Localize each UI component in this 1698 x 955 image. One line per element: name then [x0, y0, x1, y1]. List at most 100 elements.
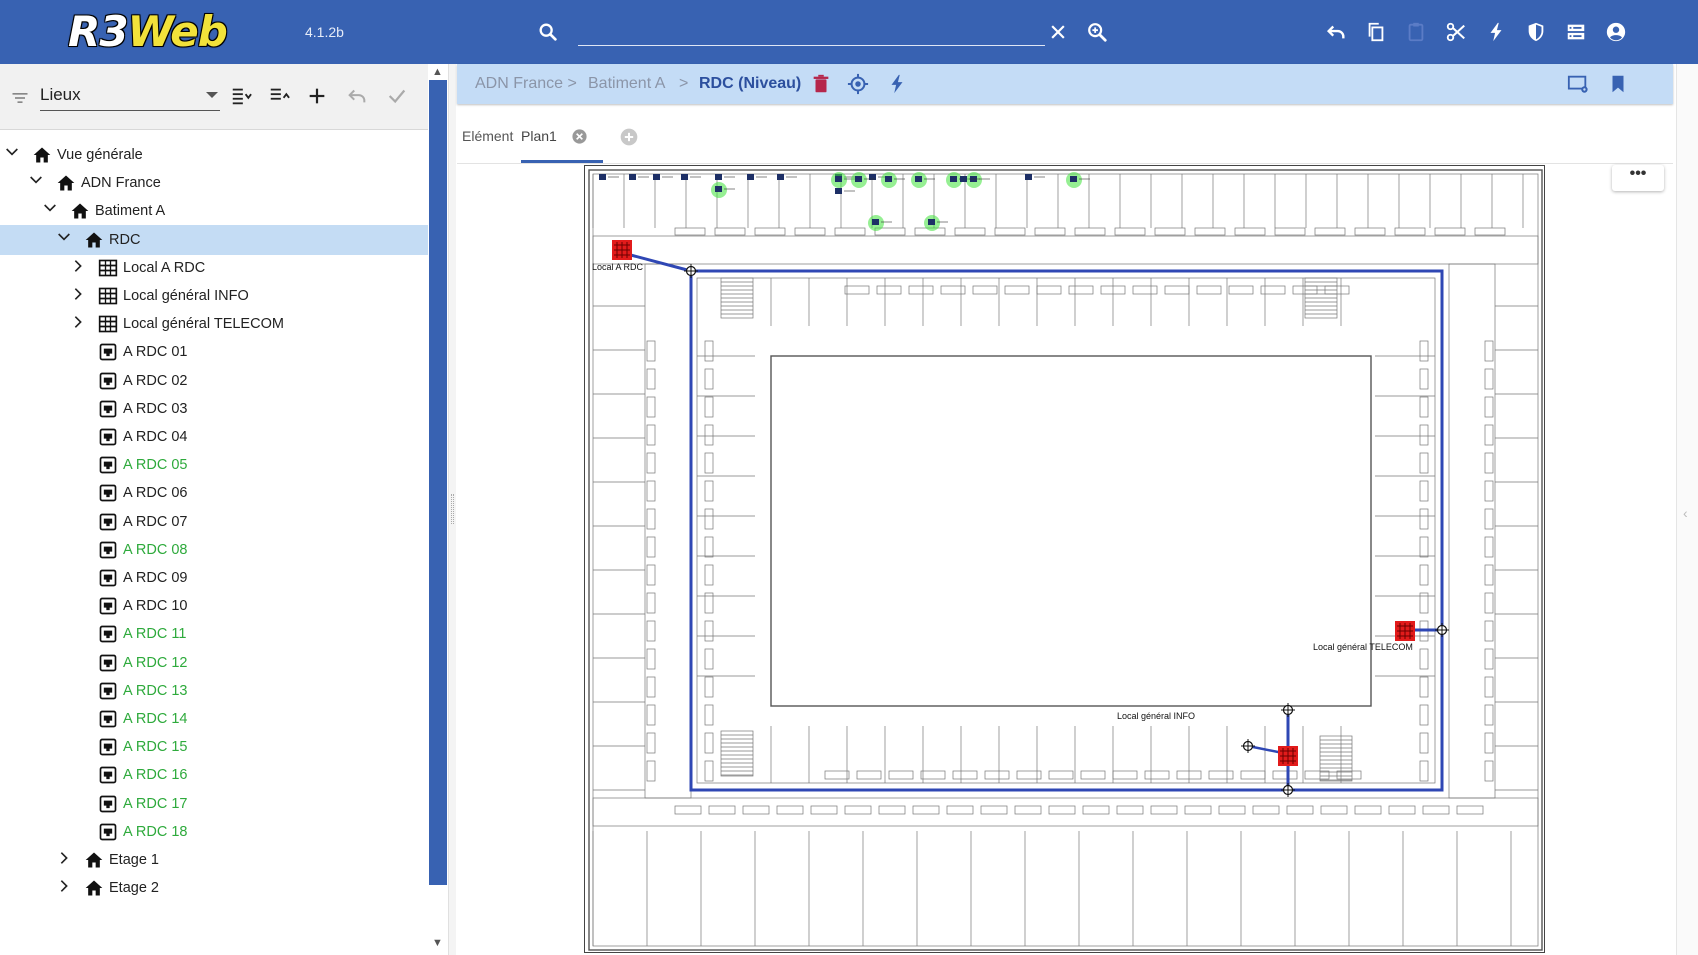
rack-telecom-icon	[1395, 621, 1415, 641]
bookmark-icon[interactable]	[1607, 73, 1629, 95]
chevron-down-icon[interactable]	[56, 230, 72, 246]
plan-canvas[interactable]: Local A RDC Local général TELECOM Local …	[457, 165, 1673, 955]
flash-icon[interactable]	[1485, 21, 1507, 43]
tree-type-select[interactable]: Lieux	[40, 81, 220, 111]
tree-item-etage-1[interactable]: Etage 1	[0, 845, 428, 875]
screen-settings-icon[interactable]	[1567, 73, 1589, 95]
chevron-right-icon[interactable]	[56, 878, 72, 894]
tree-item-local-g-n-ral-info[interactable]: Local général INFO	[0, 281, 428, 311]
tree-item-label: A RDC 14	[123, 711, 188, 727]
breadcrumb-adn-france[interactable]: ADN France >	[475, 75, 577, 93]
tree-item-a-rdc-11[interactable]: A RDC 11	[0, 619, 428, 649]
desk	[1484, 704, 1494, 726]
scroll-down-icon[interactable]: ▼	[432, 937, 443, 949]
zoom-in-icon[interactable]	[1086, 21, 1108, 43]
tree-item-rdc[interactable]: RDC	[0, 224, 428, 255]
storage-icon[interactable]	[1565, 21, 1587, 43]
tree-item-a-rdc-16[interactable]: A RDC 16	[0, 760, 428, 790]
chevron-down-icon[interactable]	[4, 145, 20, 161]
network-outlet-icon	[835, 188, 842, 194]
desk	[1484, 424, 1494, 446]
network-outlet-icon	[950, 176, 957, 182]
cut-icon[interactable]	[1445, 21, 1467, 43]
tree-item-a-rdc-10[interactable]: A RDC 10	[0, 591, 428, 621]
tree-item-label: Etage 2	[109, 880, 159, 897]
tree-item-local-a-rdc[interactable]: Local A RDC	[0, 253, 428, 283]
desk	[1484, 340, 1494, 362]
tree-item-vue-g-n-rale[interactable]: Vue générale	[0, 140, 428, 170]
rack-info-icon	[1278, 746, 1298, 766]
chevron-right-icon[interactable]	[70, 258, 86, 274]
chevron-right-icon[interactable]	[56, 850, 72, 866]
tree-item-batiment-a[interactable]: Batiment A	[0, 196, 428, 226]
splitter-grip[interactable]	[451, 494, 454, 524]
collapse-all-icon[interactable]	[268, 85, 290, 107]
chevron-down-icon[interactable]	[28, 173, 44, 189]
tree-item-a-rdc-13[interactable]: A RDC 13	[0, 676, 428, 706]
tree-item-a-rdc-15[interactable]: A RDC 15	[0, 732, 428, 762]
tab-element[interactable]: Elément	[462, 128, 513, 144]
add-icon[interactable]	[306, 85, 328, 107]
breadcrumb-batiment-a[interactable]: Batiment A	[588, 75, 665, 93]
desk	[1036, 285, 1062, 295]
tree-item-a-rdc-07[interactable]: A RDC 07	[0, 507, 428, 537]
tree-item-a-rdc-01[interactable]: A RDC 01	[0, 337, 428, 367]
desk	[1484, 452, 1494, 474]
desk	[1272, 770, 1298, 780]
desk	[1354, 227, 1386, 236]
tree-item-a-rdc-12[interactable]: A RDC 12	[0, 648, 428, 678]
tree-item-adn-france[interactable]: ADN France	[0, 168, 428, 198]
desk	[920, 770, 946, 780]
delete-icon[interactable]	[810, 73, 832, 95]
tree-item-local-g-n-ral-telecom[interactable]: Local général TELECOM	[0, 309, 428, 339]
desk	[1004, 285, 1030, 295]
desk	[1474, 227, 1506, 236]
more-options-button[interactable]: •••	[1612, 165, 1664, 191]
tree-item-a-rdc-09[interactable]: A RDC 09	[0, 563, 428, 593]
desk	[1484, 368, 1494, 390]
filter-list-icon[interactable]	[10, 88, 30, 108]
floor-plan[interactable]: Local A RDC Local général TELECOM Local …	[584, 165, 1545, 953]
search-icon[interactable]	[537, 21, 559, 43]
desk	[1132, 285, 1158, 295]
expand-all-icon[interactable]	[230, 85, 252, 107]
locate-icon[interactable]	[847, 73, 869, 95]
tree-item-a-rdc-14[interactable]: A RDC 14	[0, 704, 428, 734]
chevron-right-icon[interactable]	[70, 286, 86, 302]
close-tab-icon[interactable]	[571, 128, 588, 145]
desk	[1394, 227, 1426, 236]
paste-icon[interactable]	[1405, 21, 1427, 43]
tree-item-label: ADN France	[81, 175, 161, 192]
account-icon[interactable]	[1605, 21, 1627, 43]
check-icon[interactable]	[386, 85, 408, 107]
tree-item-a-rdc-06[interactable]: A RDC 06	[0, 478, 428, 508]
network-outlet-icon	[928, 219, 935, 225]
network-outlet-icon	[885, 176, 892, 182]
clear-icon[interactable]	[1048, 22, 1068, 42]
undo-edit-icon[interactable]	[346, 85, 368, 107]
search-input[interactable]	[578, 20, 1045, 44]
tree-item-a-rdc-04[interactable]: A RDC 04	[0, 422, 428, 452]
tree-item-a-rdc-02[interactable]: A RDC 02	[0, 366, 428, 396]
tab-plan1[interactable]: Plan1	[521, 128, 557, 144]
copy-icon[interactable]	[1365, 21, 1387, 43]
panel-splitter[interactable]	[448, 64, 456, 955]
tree-item-a-rdc-18[interactable]: A RDC 18	[0, 817, 428, 847]
tree-scrollbar-thumb[interactable]	[429, 80, 447, 885]
add-tab-icon[interactable]	[619, 127, 639, 147]
floor-plan-drawing[interactable]: Local A RDC Local général TELECOM Local …	[585, 166, 1546, 954]
shield-icon[interactable]	[1525, 21, 1547, 43]
chevron-down-icon[interactable]	[42, 201, 58, 217]
undo-icon[interactable]	[1325, 21, 1347, 43]
tree-item-a-rdc-03[interactable]: A RDC 03	[0, 394, 428, 424]
tree-item-a-rdc-05[interactable]: A RDC 05	[0, 450, 428, 480]
flash-icon[interactable]	[886, 73, 908, 95]
tree-item-a-rdc-17[interactable]: A RDC 17	[0, 789, 428, 819]
tree-item-a-rdc-08[interactable]: A RDC 08	[0, 535, 428, 565]
tree-item-label: A RDC 04	[123, 429, 188, 445]
chevron-right-icon[interactable]	[70, 314, 86, 330]
chevron-left-icon[interactable]: ‹	[1683, 505, 1688, 521]
scroll-up-icon[interactable]: ▲	[432, 66, 443, 78]
desk	[1484, 480, 1494, 502]
tree-item-etage-2[interactable]: Etage 2	[0, 873, 428, 903]
